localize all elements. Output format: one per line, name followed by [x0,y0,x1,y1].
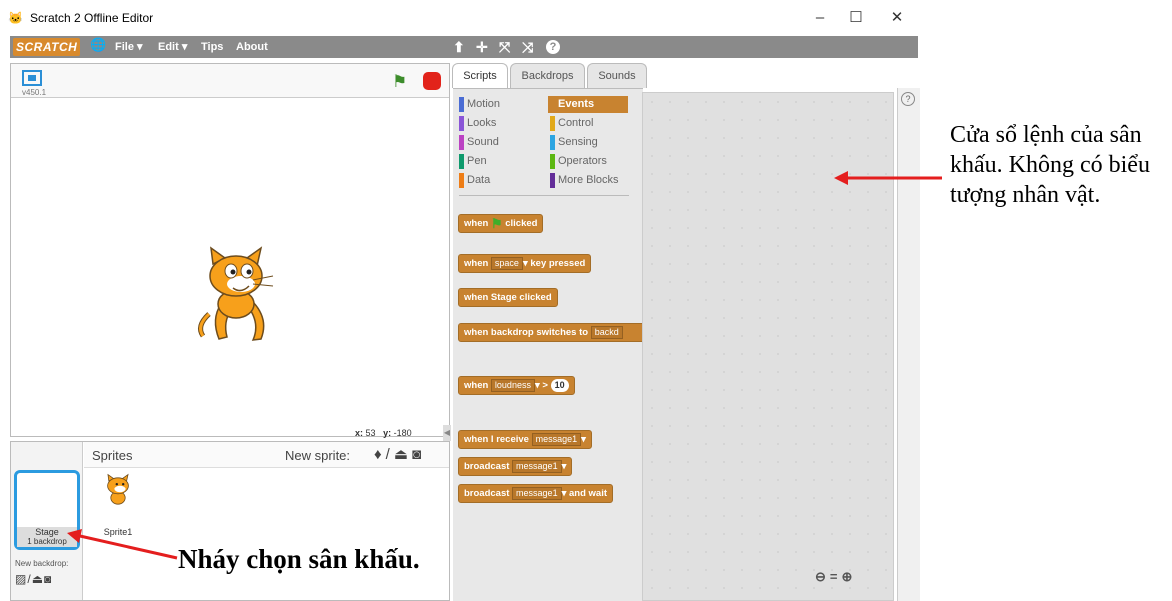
paint-sprite-icon[interactable]: / [386,446,394,463]
help-column: ? [897,88,920,601]
close-button[interactable]: ✕ [882,6,912,30]
new-sprite-label: New sprite: [285,448,351,463]
window-title: Scratch 2 Offline Editor [30,11,154,25]
annotation-scripts-area: Cửa sổ lệnh của sân khấu. Không có biểu … [950,122,1150,208]
block-when-loudness[interactable]: when loudness ▾ > 10 [458,376,575,395]
menu-about[interactable]: About [236,40,268,54]
zoom-out-icon[interactable]: ⊖ [815,569,830,584]
menu-tips[interactable]: Tips [201,40,223,54]
sprite-pane: Stage 1 backdrop New backdrop: ▨/⏏◙ Spri… [10,441,450,601]
block-when-backdrop-switches[interactable]: when backdrop switches to backd [458,323,644,342]
menu-edit[interactable]: Edit ▾ [158,40,187,54]
category-sensing[interactable]: Sensing [548,134,628,151]
tab-scripts[interactable]: Scripts [452,63,508,88]
mouse-coords: x: 53 y: -180 [355,428,412,438]
block-when-key-pressed[interactable]: when space ▾ key pressed [458,254,592,273]
collapse-stage-icon[interactable]: ◀ [443,425,451,441]
fullscreen-icon[interactable] [22,70,42,86]
sprites-label: Sprites [92,448,133,463]
sprite-library-icon[interactable]: ♦ [374,446,386,463]
upload-sprite-icon[interactable]: ⏏ [394,446,412,463]
coord-y: -180 [393,428,412,438]
version-label: v450.1 [22,88,47,97]
tab-sounds[interactable]: Sounds [587,63,647,88]
cat-thumbnail-icon [107,473,129,505]
block-palette: Motion Looks Sound Pen Data Events Contr… [453,88,643,601]
category-looks[interactable]: Looks [457,115,537,132]
scratch-app-icon: 🐱 [8,11,23,25]
stage-canvas[interactable] [11,99,449,436]
menu-bar: SCRATCH 🌐 File ▾ Edit ▾ Tips About ⬆ ✛ ⤧… [10,36,918,58]
block-broadcast[interactable]: broadcast message1 ▾ [458,457,573,476]
maximize-button[interactable]: ☐ [841,6,871,30]
sprites-header: Sprites New sprite: ♦/⏏◙ [84,442,449,468]
category-operators[interactable]: Operators [548,153,628,170]
green-flag-icon: ⚑ [490,216,503,231]
stop-icon[interactable] [423,72,441,90]
delete-scissors-icon[interactable]: ✛ [476,38,488,56]
window-title-bar: 🐱 Scratch 2 Offline Editor – ☐ ✕ [0,0,920,36]
backdrop-library-icon[interactable]: ▨ [15,572,27,586]
category-control[interactable]: Control [548,115,628,132]
shrink-icon[interactable]: ⤨ [522,38,533,56]
grow-icon[interactable]: ⤧ [499,38,510,56]
category-data[interactable]: Data [457,172,537,189]
cat-sprite-icon[interactable] [191,244,281,344]
stage-area: v450.1 ⚑ [10,63,450,437]
language-globe-icon[interactable]: 🌐 [90,38,106,52]
block-when-i-receive[interactable]: when I receive message1 ▾ [458,430,592,449]
camera-sprite-icon[interactable]: ◙ [412,446,425,463]
zoom-in-icon[interactable]: ⊕ [842,569,857,584]
stage-header: v450.1 ⚑ [11,64,449,98]
arrow-to-stage-thumbnail [67,529,178,560]
menu-file[interactable]: File ▾ [115,40,143,54]
camera-backdrop-icon[interactable]: ◙ [44,572,52,586]
arrow-to-scripts-area [834,171,942,185]
minimize-button[interactable]: – [805,6,835,30]
stage-column: Stage 1 backdrop New backdrop: ▨/⏏◙ [11,442,83,600]
green-flag-icon[interactable]: ⚑ [392,73,407,91]
zoom-controls: ⊖=⊕ [815,569,856,585]
category-pen[interactable]: Pen [457,153,537,170]
category-motion[interactable]: Motion [457,96,537,113]
duplicate-stamp-icon[interactable]: ⬆ [453,38,465,56]
block-when-stage-clicked[interactable]: when Stage clicked [458,288,558,307]
scratch-logo[interactable]: SCRATCH [13,38,81,56]
annotation-select-stage: Nháy chọn sân khấu. [178,544,420,574]
new-backdrop-label: New backdrop: [15,559,69,568]
zoom-reset-button[interactable]: = [830,569,842,584]
category-sound[interactable]: Sound [457,134,537,151]
tab-backdrops[interactable]: Backdrops [510,63,585,88]
block-broadcast-and-wait[interactable]: broadcast message1 ▾ and wait [458,484,614,503]
upload-backdrop-icon[interactable]: ⏏ [32,572,44,586]
block-when-flag-clicked[interactable]: when ⚑ clicked [458,214,544,233]
category-more-blocks[interactable]: More Blocks [548,172,628,189]
help-icon[interactable]: ? [546,40,560,54]
coord-x: 53 [365,428,376,438]
palette-divider [459,195,629,196]
help-icon[interactable]: ? [901,92,915,106]
category-events[interactable]: Events [548,96,628,113]
